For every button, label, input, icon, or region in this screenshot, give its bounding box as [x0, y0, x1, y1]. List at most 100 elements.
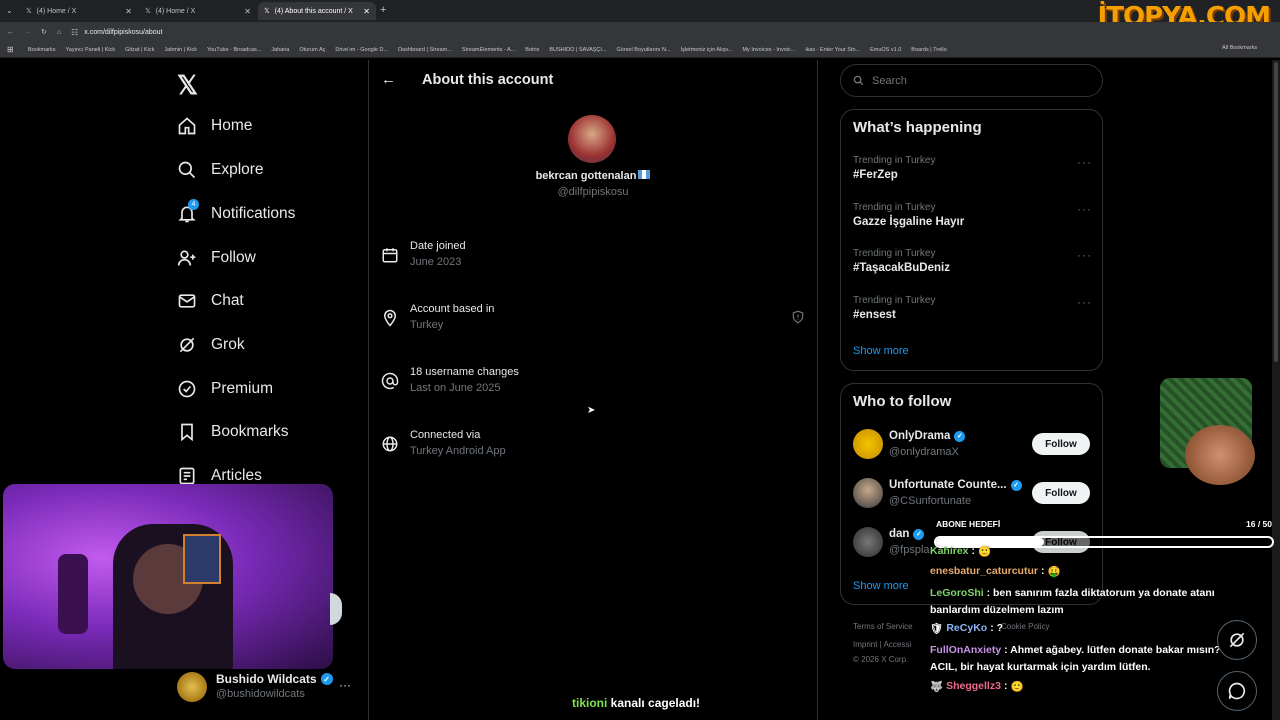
bookmark-item[interactable]: Dashboard | Stream...	[398, 47, 452, 53]
bookmark-item[interactable]: Oturum Aç	[299, 47, 325, 53]
bookmark-item[interactable]: Jahmin | Kick	[164, 47, 197, 53]
footer-cookie-link[interactable]: Cookie Policy	[1001, 622, 1049, 631]
stream-mascot-face	[1185, 425, 1255, 485]
bookmark-item[interactable]: StreamElements - A...	[462, 47, 516, 53]
more-icon[interactable]: ···	[1077, 248, 1092, 262]
more-icon[interactable]: ···	[1077, 202, 1092, 216]
bookmark-item[interactable]: Drive'ım - Google D...	[335, 47, 388, 53]
browser-tab-bar: ⌄ 𝕏 (4) Home / X ✕ 𝕏 (4) Home / X ✕ 𝕏 (4) Abo…	[0, 0, 1280, 32]
more-icon[interactable]: ···	[1077, 295, 1092, 309]
sidebar-item-bookmarks[interactable]: Bookmarks	[177, 422, 289, 442]
more-icon[interactable]: ···	[1077, 155, 1092, 169]
sidebar-item-articles[interactable]: Articles	[177, 466, 262, 486]
follow-suggestion-name[interactable]: Unfortunate Counte... ✓	[889, 479, 1022, 491]
bookmark-item[interactable]: İşletmeniz için Alışv...	[681, 47, 733, 53]
sidebar-item-grok[interactable]: Grok	[177, 335, 245, 355]
all-bookmarks-link[interactable]: All Bookmarks	[1222, 45, 1257, 51]
trend-item[interactable]: Trending in Turkey Gazze İşgaline Hayır	[853, 202, 964, 228]
bookmark-item[interactable]: My Invoices - Invoic...	[742, 47, 795, 53]
goal-count: 16 / 50	[1246, 519, 1272, 529]
sidebar-item-label: Follow	[211, 249, 256, 266]
stream-banner: tikioni kanalı cageladı!	[572, 696, 700, 710]
x-logo-icon[interactable]: 𝕏	[177, 70, 198, 101]
bookmark-item[interactable]: Gitzat | Kick	[125, 47, 154, 53]
home-browser-icon[interactable]: ⌂	[57, 29, 61, 36]
scrollbar-thumb[interactable]	[1274, 62, 1278, 362]
follow-button[interactable]: Follow	[1032, 482, 1090, 504]
avatar[interactable]	[853, 478, 883, 508]
bookmark-item[interactable]: BUSHIDO | SAVAŞÇI...	[549, 47, 606, 53]
close-icon[interactable]: ✕	[363, 7, 370, 16]
trend-item[interactable]: Trending in Turkey #FerZep	[853, 155, 935, 181]
sidebar-item-home[interactable]: Home	[177, 116, 252, 136]
bookmark-item[interactable]: Bookmarks	[28, 47, 56, 53]
avatar[interactable]	[853, 527, 883, 557]
tab-home-1[interactable]: 𝕏 (4) Home / X ✕	[20, 2, 138, 20]
bookmark-item[interactable]: Botrix	[525, 47, 539, 53]
calendar-icon	[382, 248, 398, 263]
url-field[interactable]: x.com/dilfpipiskosu/about	[84, 29, 162, 36]
forward-icon[interactable]: →	[24, 29, 31, 36]
sidebar-item-chat[interactable]: Chat	[177, 291, 244, 311]
back-icon[interactable]: ←	[7, 29, 14, 36]
tab-about-account[interactable]: 𝕏 (4) About this account / X ✕	[258, 2, 376, 20]
sidebar-item-premium[interactable]: Premium	[177, 379, 273, 399]
footer-terms-link[interactable]: Terms of Service	[853, 622, 913, 631]
search-placeholder: Search	[872, 74, 907, 87]
trend-item[interactable]: Trending in Turkey #TaşacakBuDeniz	[853, 248, 950, 274]
bookmark-item[interactable]: ikas - Enter Your Sto...	[805, 47, 860, 53]
mouse-cursor-icon: ➤	[587, 405, 596, 416]
grok-float-button[interactable]	[1217, 620, 1257, 660]
profile-avatar[interactable]	[568, 115, 616, 163]
chat-username: Sheggellz3	[946, 680, 1001, 692]
show-more-link[interactable]: Show more	[853, 345, 909, 357]
follow-suggestion-name[interactable]: dan ✓	[889, 528, 925, 540]
search-input[interactable]: Search	[840, 64, 1103, 97]
account-name[interactable]: Bushido Wildcats ✓	[216, 672, 333, 686]
tab-menu-icon[interactable]: ⌄	[6, 6, 13, 15]
sidebar-item-label: Chat	[211, 292, 244, 309]
apps-icon[interactable]: ⊞	[7, 45, 14, 54]
sidebar-item-label: Explore	[211, 161, 264, 178]
follow-suggestion-name[interactable]: OnlyDrama ✓	[889, 430, 966, 442]
tab-label: (4) Home / X	[155, 7, 196, 15]
page-scrollbar[interactable]	[1272, 60, 1280, 720]
reload-icon[interactable]: ↻	[41, 28, 47, 36]
site-info-icon[interactable]: ☷	[71, 28, 78, 37]
avatar[interactable]	[853, 429, 883, 459]
bookmarks-bar: ⊞ Bookmarks Yayıncı Paneli | Kick Gitzat…	[0, 42, 1280, 58]
more-icon[interactable]: ···	[339, 678, 351, 692]
chat-username: LeGoroShi	[930, 587, 984, 599]
sidebar-item-label: Home	[211, 117, 253, 134]
banner-highlight: tikioni	[572, 696, 608, 710]
bookmark-item[interactable]: Jaharia	[271, 47, 289, 53]
bookmark-item[interactable]: Yayıncı Paneli | Kick	[66, 47, 116, 53]
bookmark-item[interactable]: YouTube - Broadcas...	[207, 47, 261, 53]
back-arrow-icon[interactable]: ←	[381, 71, 396, 88]
badge-icon: 🛡	[930, 623, 944, 635]
sidebar-item-explore[interactable]: Explore	[177, 160, 264, 180]
new-tab-button[interactable]: +	[380, 4, 386, 16]
follow-button[interactable]: Follow	[1032, 433, 1090, 455]
footer-imprint-link[interactable]: Imprint | Accessi	[853, 640, 911, 649]
bookmark-item[interactable]: Görsel Boyutlarını N...	[617, 47, 671, 53]
post-button-partial[interactable]	[330, 593, 342, 625]
trend-context: Trending in Turkey	[853, 202, 936, 213]
close-icon[interactable]: ✕	[244, 7, 251, 16]
messages-float-button[interactable]	[1217, 671, 1257, 711]
bookmark-item[interactable]: EmuOS v1.0	[870, 47, 901, 53]
sidebar-item-follow[interactable]: Follow	[177, 248, 256, 268]
whats-happening-card	[840, 109, 1103, 371]
show-more-link[interactable]: Show more	[853, 580, 909, 592]
avatar[interactable]	[177, 672, 207, 702]
close-icon[interactable]: ✕	[125, 7, 132, 16]
tab-label: (4) Home / X	[36, 7, 77, 15]
bookmark-item[interactable]: Boards | Trello	[911, 47, 946, 53]
trend-name: #ensest	[853, 309, 896, 321]
emote-icon: 🙂	[978, 546, 992, 558]
tab-home-2[interactable]: 𝕏 (4) Home / X ✕	[139, 2, 257, 20]
footer-copyright: © 2026 X Corp.	[853, 655, 909, 664]
trend-item[interactable]: Trending in Turkey #ensest	[853, 295, 935, 321]
shield-icon[interactable]	[791, 310, 805, 324]
chat-message: 🐺 Sheggellz3: 🙂	[930, 680, 1024, 693]
